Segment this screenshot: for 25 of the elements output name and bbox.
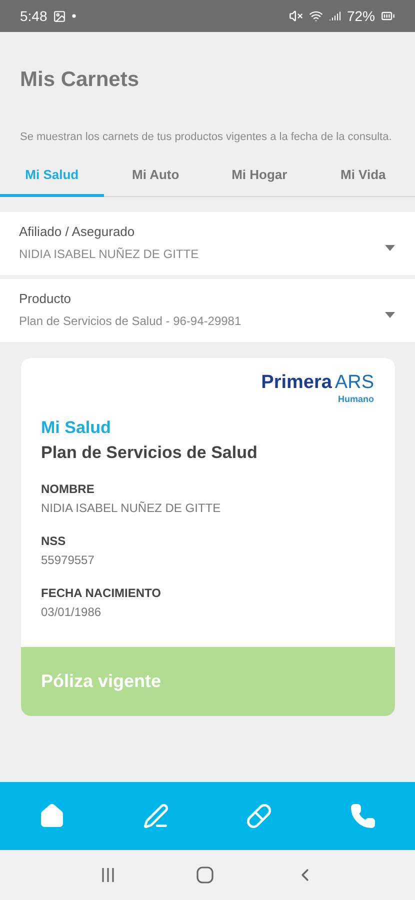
field-label: NSS (41, 534, 67, 548)
field-value: 03/01/1986 (41, 605, 102, 619)
card-plan: Plan de Servicios de Salud (41, 443, 258, 463)
dropdown[interactable]: Producto Plan de Servicios de Salud - 96-94-29981 (0, 279, 415, 342)
field-value: NIDIA ISABEL NUÑEZ DE GITTE (41, 501, 222, 515)
logo-subtext: Humano (338, 394, 374, 404)
logo-text: PrimeraARS (261, 372, 374, 394)
dropdown[interactable]: Afiliado / Asegurado NIDIA ISABEL NUÑEZ DE GITTE (0, 212, 415, 275)
tab[interactable]: Mi Hogar (208, 158, 312, 197)
tab[interactable]: Mi Salud (0, 158, 104, 197)
page-description: Se muestran los carnets de tus productos vigentes a la fecha de la consulta. (20, 130, 393, 144)
tab[interactable]: Mi Auto (104, 158, 208, 197)
dropdown-label: Afiliado / Asegurado (19, 224, 136, 239)
field-value: 55979557 (41, 553, 96, 567)
battery-level: 72% (346, 8, 375, 24)
field-label: NOMBRE (41, 482, 96, 496)
dropdown-value: NIDIA ISABEL NUÑEZ DE GITTE (19, 247, 199, 261)
tab[interactable]: Mi Vida (311, 158, 415, 197)
field-label: FECHA NACIMIENTO (41, 586, 162, 600)
page-title: Mis Carnets (20, 68, 140, 92)
dropdown-label: Producto (19, 291, 72, 306)
card-category: Mi Salud (41, 418, 112, 438)
policy-status: Póliza vigente (21, 647, 395, 716)
dropdown-value: Plan de Servicios de Salud - 96-94-29981 (19, 314, 242, 328)
status-time: 5:48 (20, 8, 48, 24)
